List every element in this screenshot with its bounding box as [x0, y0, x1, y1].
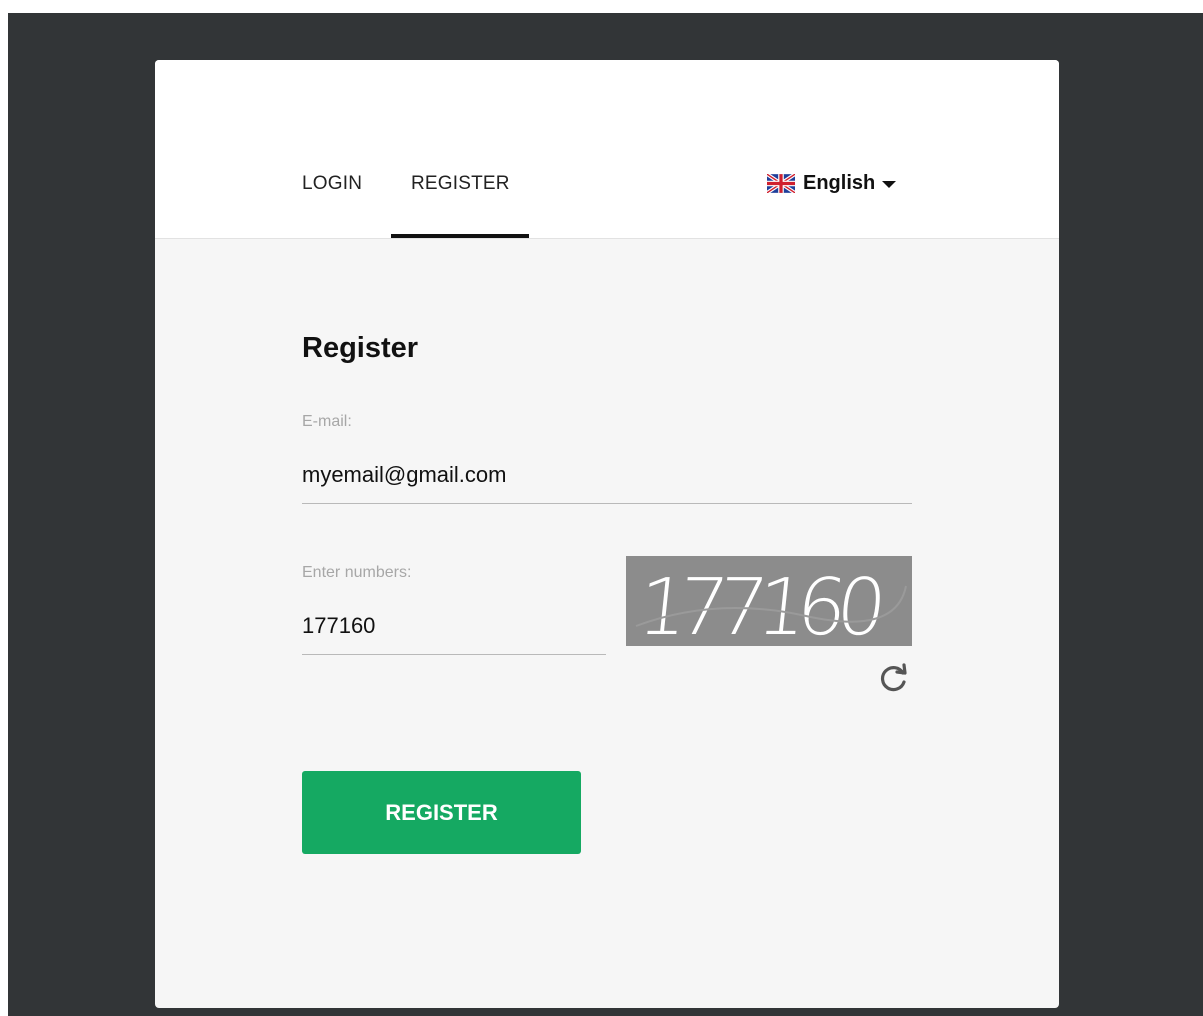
caret-down-icon: [882, 181, 897, 188]
captcha-label: Enter numbers:: [302, 564, 412, 581]
email-input[interactable]: [302, 452, 912, 504]
captcha-image: 177160: [626, 556, 912, 646]
tab-login[interactable]: LOGIN: [302, 173, 362, 195]
register-button[interactable]: REGISTER: [302, 771, 581, 854]
refresh-icon[interactable]: [878, 662, 910, 694]
uk-flag-icon: [767, 174, 795, 193]
card-header: LOGIN REGISTER English: [155, 60, 1059, 239]
language-label: English: [803, 172, 876, 194]
register-card: LOGIN REGISTER English Register E-mail: …: [155, 60, 1059, 1008]
tab-register[interactable]: REGISTER: [411, 173, 510, 195]
active-tab-indicator: [391, 234, 529, 238]
page-background: LOGIN REGISTER English Register E-mail: …: [8, 13, 1203, 1016]
form-title: Register: [302, 332, 419, 364]
language-selector[interactable]: English: [767, 172, 897, 195]
captcha-input[interactable]: [302, 603, 606, 655]
captcha-text: 177160: [634, 562, 885, 646]
email-label: E-mail:: [302, 413, 352, 430]
